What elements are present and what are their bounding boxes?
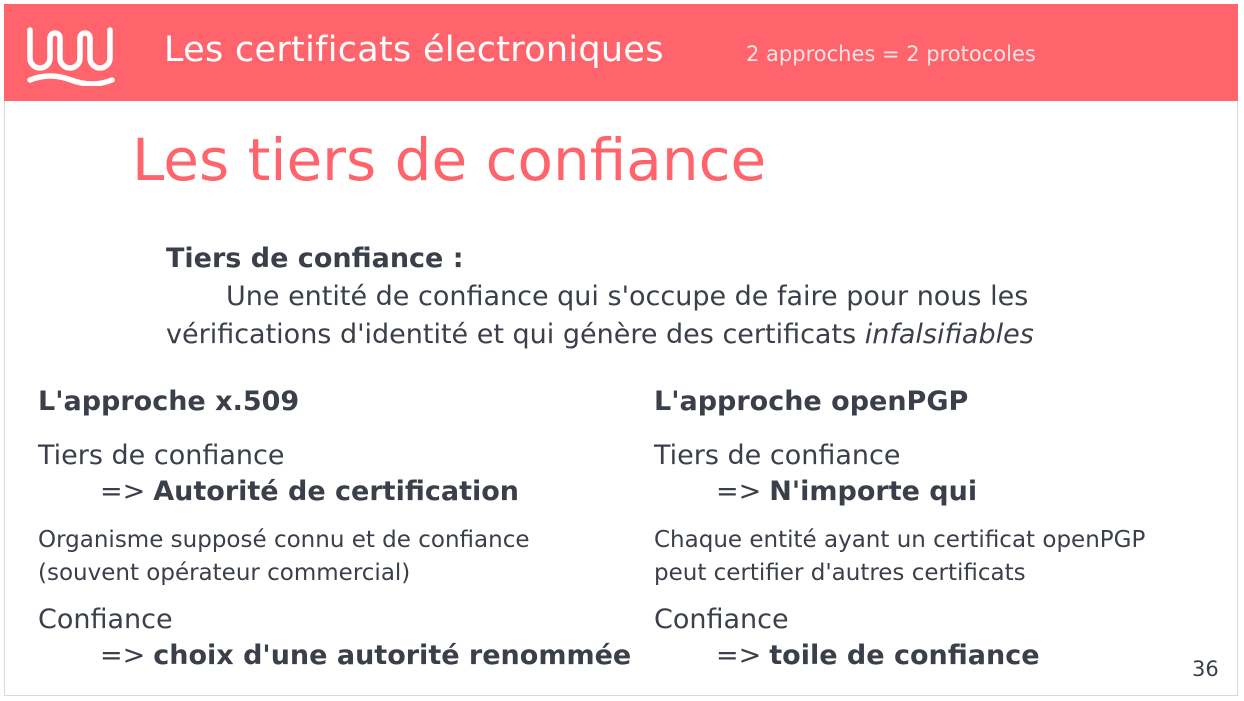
definition-text-line2: vérifications d'identité et qui génère d… — [166, 319, 865, 350]
openpgp-trust-value: N'importe qui — [769, 476, 978, 507]
header-bar: Les certificats électroniques 2 approche… — [4, 4, 1238, 101]
header-title: Les certificats électroniques — [164, 30, 664, 70]
openpgp-confidence-label: Confiance — [654, 604, 789, 635]
openpgp-confidence-arrow: => — [716, 640, 762, 671]
openpgp-heading: L'approche openPGP — [654, 386, 969, 417]
openpgp-description-line2: peut certifier d'autres certificats — [654, 560, 1026, 586]
x509-trust-arrow: => — [100, 476, 146, 507]
x509-confidence-value-line: => choix d'une autorité renommée — [38, 638, 631, 674]
openpgp-trust-label: Tiers de confiance — [654, 440, 901, 471]
definition-text-line1: Une entité de confiance qui s'occupe de … — [226, 281, 1029, 312]
openpgp-confidence-value: toile de confiance — [769, 640, 1040, 671]
x509-column: L'approche x.509 Tiers de confiance => Au… — [38, 384, 631, 674]
x509-trust-value: Autorité de certification — [153, 476, 520, 507]
x509-trust-label: Tiers de confiance — [38, 440, 285, 471]
x509-confidence-label: Confiance — [38, 604, 173, 635]
wavy-loops-logo-icon — [27, 27, 115, 86]
x509-trust-value-line: => Autorité de certification — [38, 474, 608, 510]
openpgp-description-line1: Chaque entité ayant un certificat openPG… — [654, 527, 1146, 553]
openpgp-confidence-value-line: => toile de confiance — [654, 638, 1224, 674]
openpgp-column: L'approche openPGP Tiers de confiance =>… — [654, 384, 1224, 674]
x509-description-line1: Organisme supposé connu et de confiance — [38, 527, 530, 553]
x509-description-line2: (souvent opérateur commercial) — [38, 560, 411, 586]
page-number: 36 — [1192, 657, 1219, 681]
definition-block: Tiers de confiance : Une entité de confi… — [166, 240, 1126, 354]
openpgp-trust-arrow: => — [716, 476, 762, 507]
definition-emphasis: infalsifiables — [864, 319, 1034, 350]
header-subtitle: 2 approches = 2 protocoles — [746, 42, 1036, 66]
x509-heading: L'approche x.509 — [38, 386, 300, 417]
page-title: Les tiers de confiance — [132, 126, 767, 194]
definition-term: Tiers de confiance : — [166, 243, 464, 274]
x509-confidence-arrow: => — [100, 640, 146, 671]
x509-confidence-value: choix d'une autorité renommée — [153, 640, 632, 671]
openpgp-trust-value-line: => N'importe qui — [654, 474, 1224, 510]
